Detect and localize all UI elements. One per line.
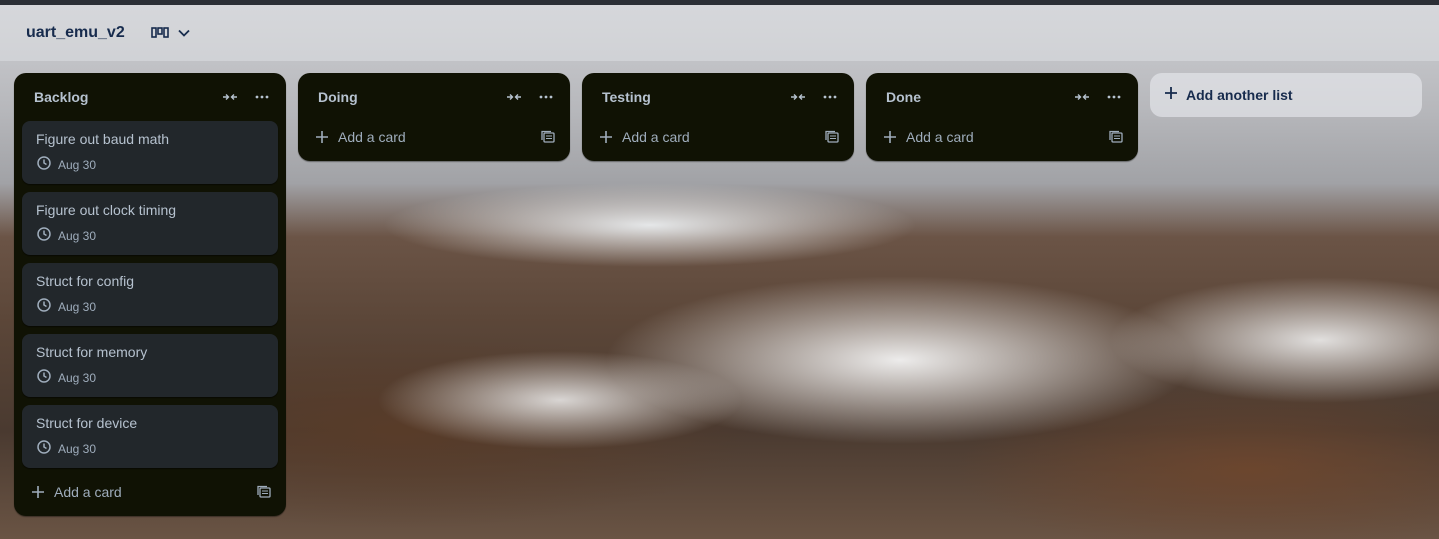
more-options-icon[interactable] (818, 85, 842, 109)
clock-icon (36, 439, 52, 458)
due-date: Aug 30 (58, 228, 97, 243)
add-card-button[interactable]: Add a card (906, 129, 1108, 145)
clock-icon (36, 155, 52, 174)
card-title: Struct for device (36, 415, 138, 431)
due-date-badge: Aug 30 (36, 226, 264, 245)
due-date-badge: Aug 30 (36, 368, 264, 387)
card-title: Figure out clock timing (36, 202, 177, 218)
collapse-list-icon[interactable] (218, 85, 242, 109)
list-title[interactable]: Doing (318, 89, 494, 105)
create-from-template-icon[interactable] (540, 129, 556, 145)
board-view-icon (150, 26, 169, 40)
plus-icon[interactable] (314, 129, 330, 145)
create-from-template-icon[interactable] (256, 484, 272, 500)
card[interactable]: Struct for memory Aug 30 (22, 334, 278, 397)
card[interactable]: Struct for device Aug 30 (22, 405, 278, 468)
due-date-badge: Aug 30 (36, 297, 264, 316)
add-card-row: Add a card (298, 121, 570, 153)
card[interactable]: Struct for config Aug 30 (22, 263, 278, 326)
due-date: Aug 30 (58, 299, 97, 314)
board-view-switcher[interactable] (145, 22, 197, 44)
card-title: Struct for config (36, 273, 135, 289)
due-date: Aug 30 (58, 157, 97, 172)
add-card-button[interactable]: Add a card (338, 129, 540, 145)
add-card-row: Add a card (14, 476, 286, 508)
plus-icon[interactable] (598, 129, 614, 145)
clock-icon (36, 297, 52, 316)
collapse-list-icon[interactable] (786, 85, 810, 109)
plus-icon (1164, 86, 1178, 105)
create-from-template-icon[interactable] (824, 129, 840, 145)
plus-icon[interactable] (882, 129, 898, 145)
card-title: Struct for memory (36, 344, 148, 360)
add-list-label: Add another list (1186, 87, 1293, 103)
card-list: Figure out baud math Aug 30 Figure out c… (14, 121, 286, 468)
add-list-button[interactable]: Add another list (1150, 73, 1422, 117)
list-title[interactable]: Testing (602, 89, 778, 105)
card[interactable]: Figure out baud math Aug 30 (22, 121, 278, 184)
collapse-list-icon[interactable] (502, 85, 526, 109)
add-card-row: Add a card (866, 121, 1138, 153)
chevron-down-icon (177, 26, 191, 40)
add-card-button[interactable]: Add a card (622, 129, 824, 145)
clock-icon (36, 226, 52, 245)
list-header: Backlog (14, 73, 286, 121)
card[interactable]: Figure out clock timing Aug 30 (22, 192, 278, 255)
create-from-template-icon[interactable] (1108, 129, 1124, 145)
list-done: Done Add a card (866, 73, 1138, 161)
list-title[interactable]: Done (886, 89, 1062, 105)
add-card-row: Add a card (582, 121, 854, 153)
card-title: Figure out baud math (36, 131, 170, 147)
list-testing: Testing Add a card (582, 73, 854, 161)
clock-icon (36, 368, 52, 387)
due-date-badge: Aug 30 (36, 439, 264, 458)
plus-icon[interactable] (30, 484, 46, 500)
more-options-icon[interactable] (250, 85, 274, 109)
list-header: Testing (582, 73, 854, 121)
due-date: Aug 30 (58, 441, 97, 456)
more-options-icon[interactable] (534, 85, 558, 109)
list-header: Doing (298, 73, 570, 121)
board-title[interactable]: uart_emu_v2 (26, 20, 125, 46)
collapse-list-icon[interactable] (1070, 85, 1094, 109)
list-title[interactable]: Backlog (34, 89, 210, 105)
list-backlog: Backlog Figure out baud math Aug 30 Figu… (14, 73, 286, 516)
due-date-badge: Aug 30 (36, 155, 264, 174)
board-header: uart_emu_v2 (0, 5, 1439, 61)
list-header: Done (866, 73, 1138, 121)
more-options-icon[interactable] (1102, 85, 1126, 109)
list-doing: Doing Add a card (298, 73, 570, 161)
due-date: Aug 30 (58, 370, 97, 385)
add-card-button[interactable]: Add a card (54, 484, 256, 500)
